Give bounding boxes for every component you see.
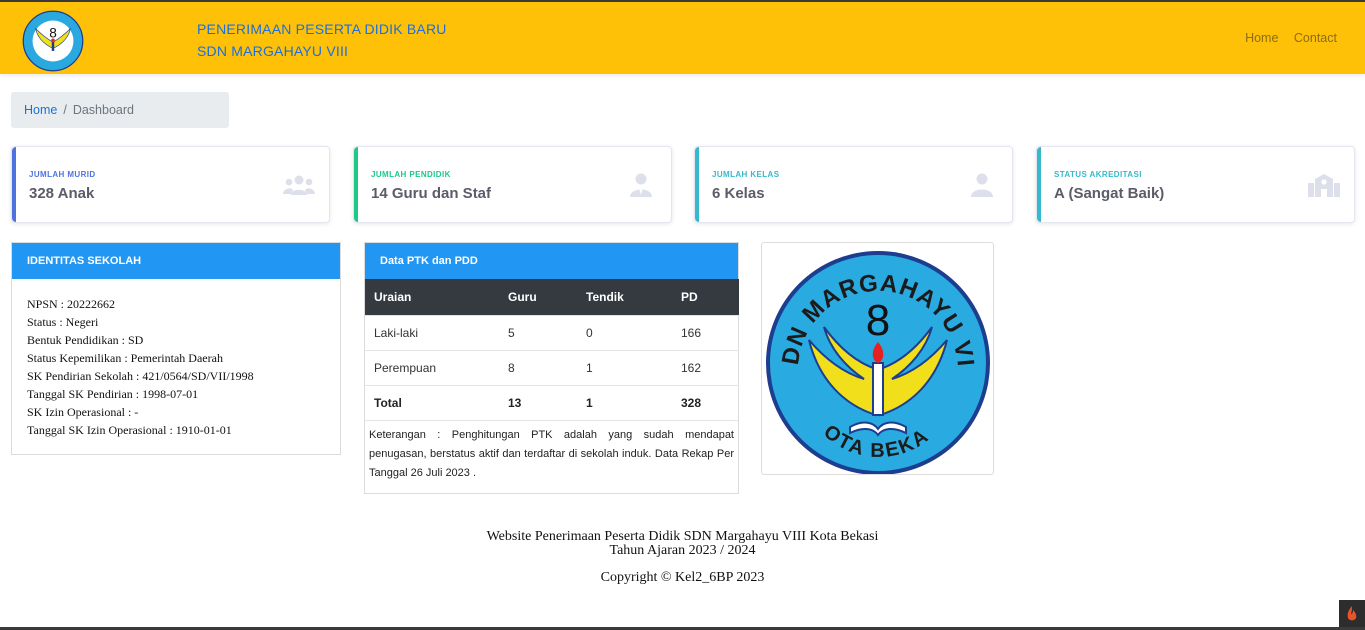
identitas-panel-title: IDENTITAS SEKOLAH xyxy=(12,243,340,279)
school-emblem-icon: SDN MARGAHAYU VIII KOTA BEKASI 8 xyxy=(764,245,990,474)
cell-pd: 166 xyxy=(672,314,739,350)
cell-guru: 5 xyxy=(499,314,577,350)
identitas-sk-pendirian: SK Pendirian Sekolah : 421/0564/SD/VII/1… xyxy=(27,369,254,383)
breadcrumb: Home / Dashboard xyxy=(11,92,229,128)
cell-guru: 13 xyxy=(499,384,577,420)
cell-pd: 328 xyxy=(672,384,739,420)
identitas-sk-izin: SK Izin Operasional : - xyxy=(27,405,139,419)
breadcrumb-home-link[interactable]: Home xyxy=(24,103,57,117)
stat-card-akreditasi: STATUS AKREDITASI A (Sangat Baik) xyxy=(1036,146,1355,223)
breadcrumb-separator: / xyxy=(63,103,67,117)
cell-tendik: 0 xyxy=(577,314,672,350)
user-tie-icon xyxy=(630,173,652,197)
card-accent-stripe xyxy=(695,147,699,222)
cell-uraian: Laki-laki xyxy=(365,314,499,350)
svg-text:8: 8 xyxy=(49,25,57,40)
column-header-guru: Guru xyxy=(499,279,577,315)
cell-uraian: Perempuan xyxy=(365,349,499,385)
column-header-tendik: Tendik xyxy=(577,279,672,315)
ptk-panel-title: Data PTK dan PDD xyxy=(365,243,738,279)
stat-card-kelas: JUMLAH KELAS 6 Kelas xyxy=(694,146,1013,223)
site-title[interactable]: PENERIMAAN PESERTA DIDIK BARU SDN MARGAH… xyxy=(197,18,447,62)
column-header-pd: PD xyxy=(672,279,739,315)
card-label: STATUS AKREDITASI xyxy=(1054,170,1142,179)
identitas-body: NPSN : 20222662 Status : Negeri Bentuk P… xyxy=(12,279,340,455)
navbar: 8 PENERIMAAN PESERTA DIDIK BARU SDN MARG… xyxy=(0,2,1365,74)
footer-copyright: Copyright © Kel2_6BP 2023 xyxy=(600,570,765,585)
school-icon xyxy=(1308,174,1340,197)
ptk-table: Uraian Guru Tendik PD Laki-laki 5 0 166 … xyxy=(365,279,739,420)
users-icon xyxy=(283,175,315,195)
footer-line2: Tahun Ajaran 2023 / 2024 xyxy=(609,543,756,558)
emblem-number: 8 xyxy=(866,296,890,345)
cell-guru: 8 xyxy=(499,349,577,385)
table-row: Perempuan 8 1 162 xyxy=(365,349,739,385)
stat-card-murid: JUMLAH MURID 328 Anak xyxy=(11,146,330,223)
column-header-uraian: Uraian xyxy=(365,279,499,315)
table-header-row: Uraian Guru Tendik PD xyxy=(365,279,739,315)
nav-link-contact[interactable]: Contact xyxy=(1294,31,1337,45)
identitas-sekolah-panel: IDENTITAS SEKOLAH NPSN : 20222662 Status… xyxy=(11,242,341,455)
ptk-note: Keterangan : Penghitungan PTK adalah yan… xyxy=(365,420,738,483)
stat-card-pendidik: JUMLAH PENDIDIK 14 Guru dan Staf xyxy=(353,146,672,223)
identitas-kepemilikan: Status Kepemilikan : Pemerintah Daerah xyxy=(27,351,223,365)
table-row-total: Total 13 1 328 xyxy=(365,384,739,420)
card-value: 328 Anak xyxy=(29,185,95,202)
cell-tendik: 1 xyxy=(577,384,672,420)
cell-tendik: 1 xyxy=(577,349,672,385)
nav-link-home[interactable]: Home xyxy=(1245,31,1278,45)
footer: Website Penerimaan Peserta Didik SDN Mar… xyxy=(0,530,1365,585)
site-title-line1: PENERIMAAN PESERTA DIDIK BARU xyxy=(197,21,447,37)
site-title-line2: SDN MARGAHAYU VIII xyxy=(197,43,349,59)
identitas-tanggal-sk: Tanggal SK Pendirian : 1998-07-01 xyxy=(27,387,199,401)
card-value: 14 Guru dan Staf xyxy=(371,185,492,202)
cell-uraian: Total xyxy=(365,384,499,420)
card-value: A (Sangat Baik) xyxy=(1054,185,1165,202)
card-accent-stripe xyxy=(12,147,16,222)
card-accent-stripe xyxy=(354,147,358,222)
card-accent-stripe xyxy=(1037,147,1041,222)
school-logo-icon[interactable]: 8 xyxy=(22,10,84,72)
card-label: JUMLAH KELAS xyxy=(712,170,780,179)
flame-icon[interactable] xyxy=(1339,600,1365,627)
identitas-status: Status : Negeri xyxy=(27,315,99,329)
breadcrumb-current: Dashboard xyxy=(72,103,134,117)
school-logo-card: SDN MARGAHAYU VIII KOTA BEKASI 8 xyxy=(761,242,994,475)
table-row: Laki-laki 5 0 166 xyxy=(365,314,739,350)
nav-links: Home Contact xyxy=(1233,31,1337,45)
card-value: 6 Kelas xyxy=(712,185,765,202)
cell-pd: 162 xyxy=(672,349,739,385)
ptk-pdd-panel: Data PTK dan PDD Uraian Guru Tendik PD L… xyxy=(364,242,739,494)
card-label: JUMLAH PENDIDIK xyxy=(371,170,451,179)
footer-line1: Website Penerimaan Peserta Didik SDN Mar… xyxy=(486,529,879,544)
identitas-tanggal-izin: Tanggal SK Izin Operasional : 1910-01-01 xyxy=(27,423,232,437)
user-icon xyxy=(971,173,993,197)
identitas-bentuk: Bentuk Pendidikan : SD xyxy=(27,333,144,347)
card-label: JUMLAH MURID xyxy=(29,170,96,179)
identitas-npsn: NPSN : 20222662 xyxy=(27,297,116,311)
